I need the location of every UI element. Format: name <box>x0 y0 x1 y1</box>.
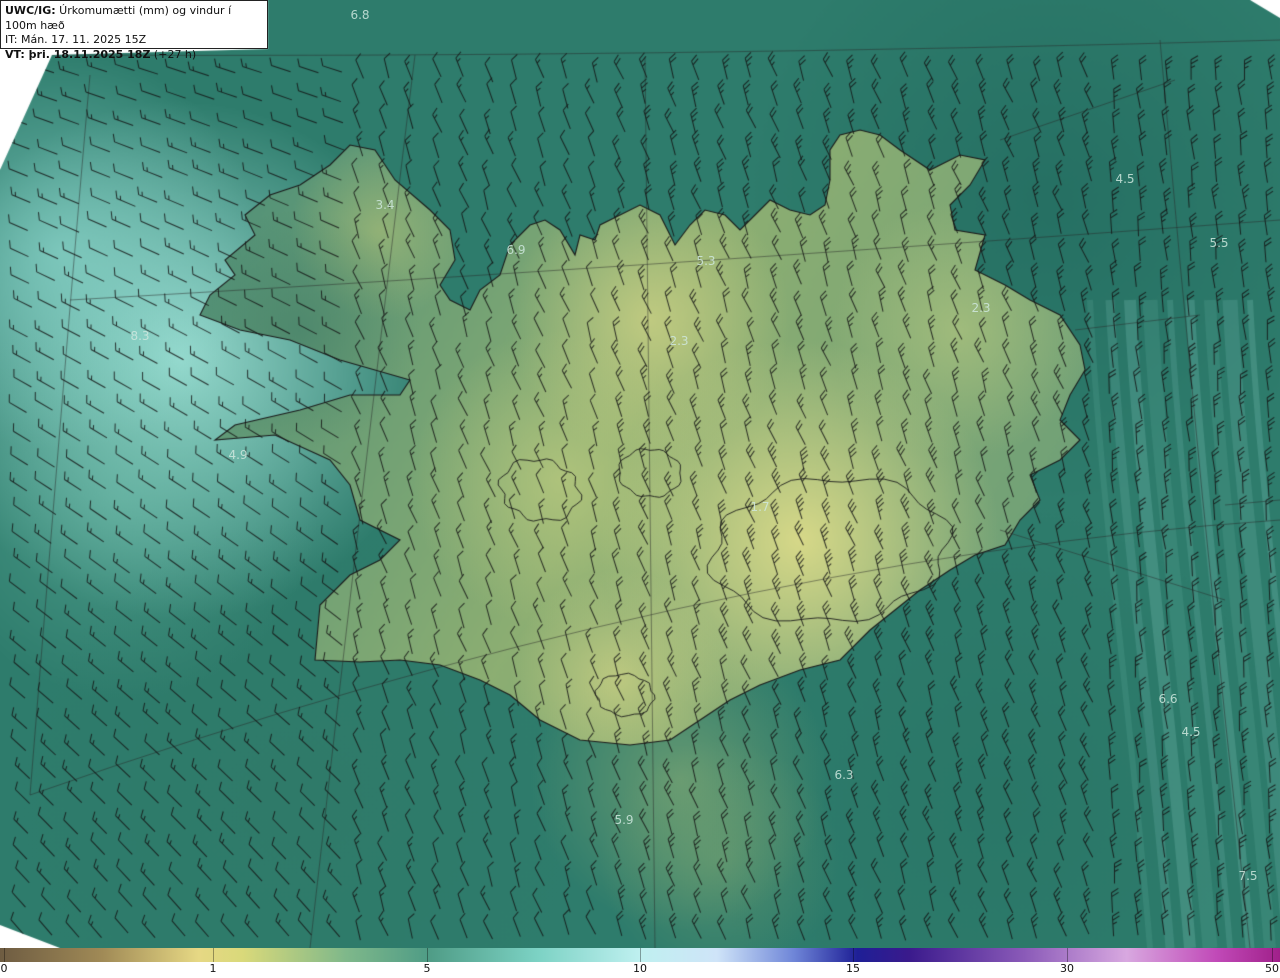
value-label: 7.5 <box>1238 869 1258 883</box>
value-label: 4.5 <box>1115 172 1135 186</box>
value-label: 6.9 <box>506 243 526 257</box>
value-label: 5.9 <box>614 813 634 827</box>
colorbar-tick-label: 5 <box>423 962 431 975</box>
colorbar-tick-mark <box>4 948 5 962</box>
value-label: 5.3 <box>696 254 716 268</box>
colorbar-tick-label: 30 <box>1060 962 1074 975</box>
value-label: 6.6 <box>1158 692 1178 706</box>
value-label: 5.5 <box>1209 236 1229 250</box>
colorbar-tick-mark <box>1272 948 1273 962</box>
colorbar-tick-label: 15 <box>846 962 860 975</box>
value-label: 6.8 <box>350 8 370 22</box>
colorbar-tick-label: 50 <box>1265 962 1279 975</box>
precipitation-map <box>0 0 1280 948</box>
colorbar-tick-mark <box>213 948 214 962</box>
value-label: 4.9 <box>228 448 248 462</box>
colorbar-tick-mark <box>853 948 854 962</box>
colorbar-tick-mark <box>427 948 428 962</box>
value-label: 2.3 <box>669 334 689 348</box>
title-line-1: UWC/IG: Úrkomumætti (mm) og vindur í 100… <box>5 4 232 32</box>
value-label: 1.7 <box>750 500 770 514</box>
colorbar-tick-label: 1 <box>209 962 217 975</box>
colorbar-tick-label: 0 <box>0 962 8 975</box>
title-line-3: VT: þri. 18.11.2025 18Z (+27 h) <box>5 47 197 61</box>
colorbar-tick-label: 10 <box>633 962 647 975</box>
value-label: 3.4 <box>375 198 395 212</box>
colorbar-tick-mark <box>640 948 641 962</box>
value-label: 4.5 <box>1181 725 1201 739</box>
value-label: 2.3 <box>971 301 991 315</box>
colorbar-tick-mark <box>1067 948 1068 962</box>
value-label: 8.3 <box>130 329 150 343</box>
map-title-box: UWC/IG: Úrkomumætti (mm) og vindur í 100… <box>0 0 268 61</box>
value-label: 6.3 <box>834 768 854 782</box>
title-line-2: IT: Mán. 17. 11. 2025 15Z <box>5 33 147 46</box>
